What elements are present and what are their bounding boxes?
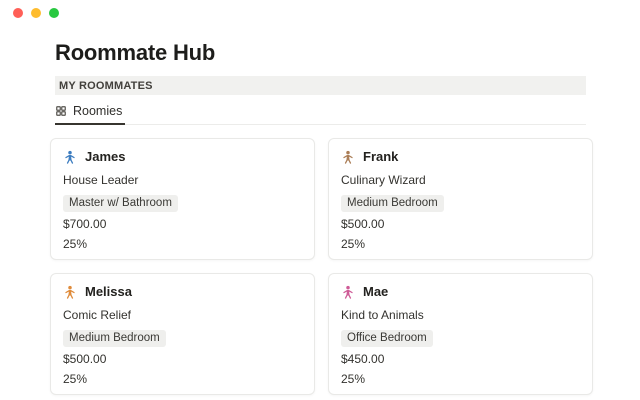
chore-label: Buy Groceries: [456, 259, 529, 260]
chore-list: Water Plants Tidy Common Areas Dust Hous…: [341, 394, 580, 395]
soap-dispenser-icon: [63, 395, 74, 396]
room-tag: Medium Bedroom: [341, 195, 444, 212]
minimize-window-button[interactable]: [31, 8, 41, 18]
roommate-name: James: [85, 149, 125, 164]
rent-amount: $500.00: [341, 217, 580, 231]
chore-chip: Clean Bathroom: [63, 394, 161, 395]
sparkles-icon: [432, 395, 443, 396]
rent-amount: $450.00: [341, 352, 580, 366]
trash-can-icon: [172, 395, 183, 396]
trash-can-icon: [274, 395, 285, 396]
leaf-icon: [228, 260, 239, 261]
roommate-name: Melissa: [85, 284, 132, 299]
share-percent: 25%: [341, 372, 580, 386]
gallery-grid-icon: [55, 105, 67, 117]
page-content: Roommate Hub MY ROOMMATES Roomies James …: [0, 40, 640, 395]
chore-label: Water Plants: [356, 394, 421, 395]
roommate-card-james[interactable]: James House Leader Master w/ Bathroom $7…: [50, 138, 315, 260]
room-tag: Office Bedroom: [341, 330, 433, 347]
window-titlebar: [0, 0, 640, 26]
chore-chip: Tidy Common Areas: [432, 394, 551, 395]
chore-chip: Cook Friday night dinner: [540, 259, 580, 260]
chore-label: Vacuum: [176, 259, 217, 260]
roommate-card-mae[interactable]: Mae Kind to Animals Office Bedroom $450.…: [328, 273, 593, 395]
chore-chip: Clean Kitchen: [63, 259, 150, 260]
chore-chip: Buy Groceries: [441, 259, 529, 260]
bento-box-icon: [540, 260, 551, 261]
rent-amount: $700.00: [63, 217, 302, 231]
chore-list: Clean Kitchen Vacuum Prune Shrubs: [63, 259, 302, 260]
chore-label: Clean Kitchen: [78, 259, 150, 260]
chore-list: Clean Bathroom Take out Trash Recycling: [63, 394, 302, 395]
share-percent: 25%: [341, 237, 580, 251]
chore-label: Mow the Lawn: [356, 259, 430, 260]
chore-chip: Water Plants: [341, 394, 421, 395]
chore-label: Tidy Common Areas: [447, 394, 551, 395]
room-tag: Master w/ Bathroom: [63, 195, 178, 212]
leaf-icon: [341, 260, 352, 261]
chore-label: Clean Bathroom: [78, 394, 161, 395]
person-icon: [63, 150, 77, 164]
roommate-role: Comic Relief: [63, 308, 302, 322]
share-percent: 25%: [63, 237, 302, 251]
chore-chip: Prune Shrubs: [228, 259, 302, 260]
roommate-role: Kind to Animals: [341, 308, 580, 322]
feather-icon: [562, 395, 573, 396]
roommate-name: Frank: [363, 149, 398, 164]
roommate-card-frank[interactable]: Frank Culinary Wizard Medium Bedroom $50…: [328, 138, 593, 260]
broom-icon: [161, 260, 172, 261]
chore-label: Cook Friday night dinner: [555, 259, 580, 260]
zoom-window-button[interactable]: [49, 8, 59, 18]
person-icon: [341, 285, 355, 299]
roommate-gallery: James House Leader Master w/ Bathroom $7…: [50, 138, 593, 395]
chore-chip: Vacuum: [161, 259, 217, 260]
section-header-label: MY ROOMMATES: [59, 80, 153, 92]
share-percent: 25%: [63, 372, 302, 386]
view-tabs: Roomies: [55, 102, 586, 125]
roommate-name: Mae: [363, 284, 388, 299]
chore-label: Recycling: [289, 394, 302, 395]
chore-list: Mow the Lawn Buy Groceries Cook Friday n…: [341, 259, 580, 260]
chore-chip: Take out Trash: [172, 394, 262, 395]
chore-label: Dust House: [577, 394, 580, 395]
room-tag: Medium Bedroom: [63, 330, 166, 347]
rent-amount: $500.00: [63, 352, 302, 366]
roommate-card-melissa[interactable]: Melissa Comic Relief Medium Bedroom $500…: [50, 273, 315, 395]
chore-chip: Dust House: [562, 394, 580, 395]
roommate-role: House Leader: [63, 173, 302, 187]
person-icon: [341, 150, 355, 164]
tab-label: Roomies: [73, 104, 122, 118]
soap-dispenser-icon: [63, 260, 74, 261]
chore-label: Take out Trash: [187, 394, 262, 395]
chore-chip: Mow the Lawn: [341, 259, 430, 260]
page-title: Roommate Hub: [55, 40, 592, 66]
roommate-role: Culinary Wizard: [341, 173, 580, 187]
tab-roomies[interactable]: Roomies: [55, 102, 125, 125]
chore-label: Prune Shrubs: [243, 259, 302, 260]
potted-plant-icon: [341, 395, 352, 396]
section-header: MY ROOMMATES: [55, 76, 586, 95]
chore-chip: Recycling: [274, 394, 302, 395]
person-icon: [63, 285, 77, 299]
close-window-button[interactable]: [13, 8, 23, 18]
shopping-cart-icon: [441, 260, 452, 261]
